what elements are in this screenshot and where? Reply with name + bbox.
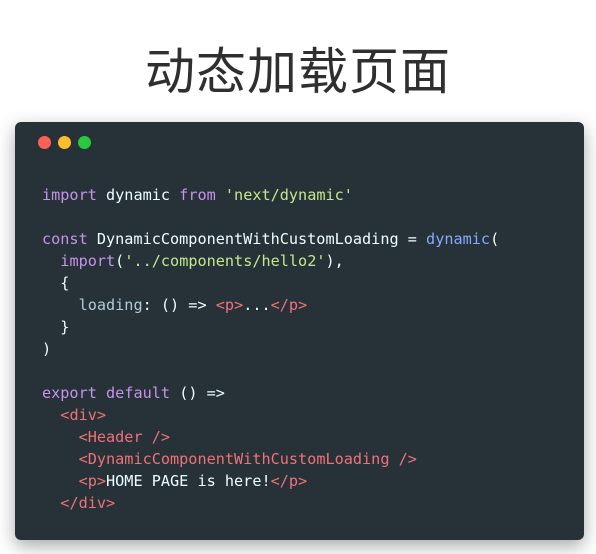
code-line: </div> (42, 492, 499, 514)
code-token: () => (170, 384, 225, 402)
code-token: from (179, 186, 216, 204)
code-token: <DynamicComponentWithCustomLoading /> (78, 450, 417, 468)
code-line: export default () => (42, 382, 499, 404)
code-line: } (42, 316, 499, 338)
close-dot-icon (38, 136, 51, 149)
window-controls (38, 136, 91, 149)
code-token: '../components/hello2' (124, 252, 326, 270)
code-line: import('../components/hello2'), (42, 250, 499, 272)
code-token: default (106, 384, 171, 402)
code-block: import dynamic from 'next/dynamic' const… (42, 184, 499, 514)
code-token: ( (115, 252, 125, 270)
code-token: </div> (60, 494, 116, 512)
page-title: 动态加载页面 (145, 42, 451, 101)
code-line: <p>HOME PAGE is here!</p> (42, 470, 499, 492)
code-line: import dynamic from 'next/dynamic' (42, 184, 499, 206)
code-token: ), (325, 252, 344, 270)
code-line: <div> (42, 404, 499, 426)
code-token: <p> (215, 296, 244, 314)
code-token: ... (243, 296, 271, 314)
code-token: const (42, 230, 88, 248)
code-token: </p> (270, 296, 308, 314)
code-token: dynamic (96, 186, 180, 204)
minimize-dot-icon (58, 136, 71, 149)
code-token: import (60, 252, 116, 270)
code-line: loading: () => <p>...</p> (42, 294, 499, 316)
maximize-dot-icon (78, 136, 91, 149)
code-token: HOME PAGE is here! (106, 472, 271, 490)
code-token: 'next/dynamic' (224, 186, 353, 204)
code-token: ( (490, 230, 500, 248)
code-line: { (42, 272, 499, 294)
code-token: } (42, 318, 70, 336)
code-token: </p> (270, 472, 308, 490)
code-token: <p> (78, 472, 107, 490)
code-token: <div> (60, 406, 107, 424)
code-token: export (42, 384, 97, 402)
code-token: ) (42, 340, 52, 358)
code-line: ) (42, 338, 499, 360)
code-token: : () => (142, 296, 216, 314)
code-window: import dynamic from 'next/dynamic' const… (15, 122, 584, 540)
code-line: <DynamicComponentWithCustomLoading /> (42, 448, 499, 470)
code-token: <Header /> (78, 428, 171, 446)
code-token: { (42, 274, 70, 292)
code-token: dynamic (426, 230, 491, 248)
code-line: const DynamicComponentWithCustomLoading … (42, 228, 499, 250)
code-token: loading (78, 296, 143, 314)
code-token: DynamicComponentWithCustomLoading = (87, 230, 427, 248)
code-token: import (42, 186, 97, 204)
code-line: <Header /> (42, 426, 499, 448)
